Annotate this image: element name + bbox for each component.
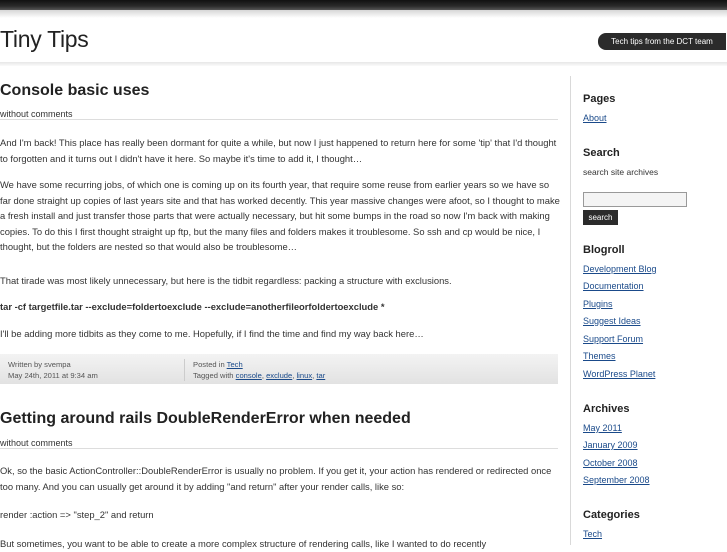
post-paragraph: Ok, so the basic ActionController::Doubl… [0,465,552,492]
archive-link[interactable]: September 2008 [583,475,650,485]
post-paragraph: And I'm back! This place has really been… [0,137,557,164]
post-paragraph: That tirade was most likely unnecessary,… [0,275,452,286]
post-date: May 24th, 2011 at 9:34 am [8,371,98,380]
tag-link[interactable]: console [236,371,262,380]
code-line: render :action => "step_2" and return [0,509,154,520]
meta-rule [0,448,558,449]
search-button[interactable]: search [583,210,618,225]
post-footer: Written by svempa May 24th, 2011 at 9:34… [0,354,558,384]
post-paragraph: I'll be adding more tidbits as they come… [0,328,424,339]
page-link-about[interactable]: About [583,113,607,123]
site-title[interactable]: Tiny Tips [0,26,89,53]
post-meta: without comments [0,438,558,452]
header-rule [0,62,727,66]
blogroll-link-plugins[interactable]: Plugins [583,299,613,309]
comment-count[interactable]: without comments [0,438,77,448]
archive-link[interactable]: January 2009 [583,440,638,450]
search-heading: Search [583,147,620,159]
tag-link[interactable]: linux [297,371,313,380]
comment-count[interactable]: without comments [0,109,77,119]
tag-link[interactable]: exclude [266,371,292,380]
top-bar-shade [0,10,727,18]
post-meta: without comments [0,109,558,123]
archive-link[interactable]: October 2008 [583,458,638,468]
tagged-label: Tagged with [193,371,234,380]
blogroll-link-wordpress-planet[interactable]: WordPress Planet [583,369,655,379]
archives-heading: Archives [583,403,630,415]
blogroll-link-themes[interactable]: Themes [583,351,616,361]
search-description: search site archives [583,167,659,177]
site-tagline: Tech tips from the DCT team [598,33,726,50]
archive-link[interactable]: May 2011 [583,423,622,433]
blogroll-heading: Blogroll [583,244,625,256]
blogroll-link-documentation[interactable]: Documentation [583,281,644,291]
post-title[interactable]: Getting around rails DoubleRenderError w… [0,410,411,428]
post-paragraph: But sometimes, you want to be able to cr… [0,538,487,549]
meta-rule [0,119,558,120]
blogroll-link-suggest-ideas[interactable]: Suggest Ideas [583,316,641,326]
post-taxonomy-block: Posted in Tech Tagged with console, excl… [184,359,325,381]
pages-heading: Pages [583,93,616,105]
post-paragraph: We have some recurring jobs, of which on… [0,179,560,252]
code-line: tar -cf targetfile.tar --exclude=foldert… [0,301,385,312]
categories-heading: Categories [583,509,640,521]
category-link-tech[interactable]: Tech [583,529,602,539]
tag-link[interactable]: tar [316,371,325,380]
content-sidebar-divider [570,76,571,545]
posted-in-label: Posted in [193,360,225,369]
post-author: Written by svempa [8,360,71,369]
blogroll-link-development-blog[interactable]: Development Blog [583,264,657,274]
post-author-block: Written by svempa May 24th, 2011 at 9:34… [8,359,98,381]
top-bar [0,0,727,10]
blogroll-link-support-forum[interactable]: Support Forum [583,334,643,344]
search-input[interactable] [583,192,687,207]
post-title[interactable]: Console basic uses [0,82,149,100]
category-link[interactable]: Tech [227,360,243,369]
